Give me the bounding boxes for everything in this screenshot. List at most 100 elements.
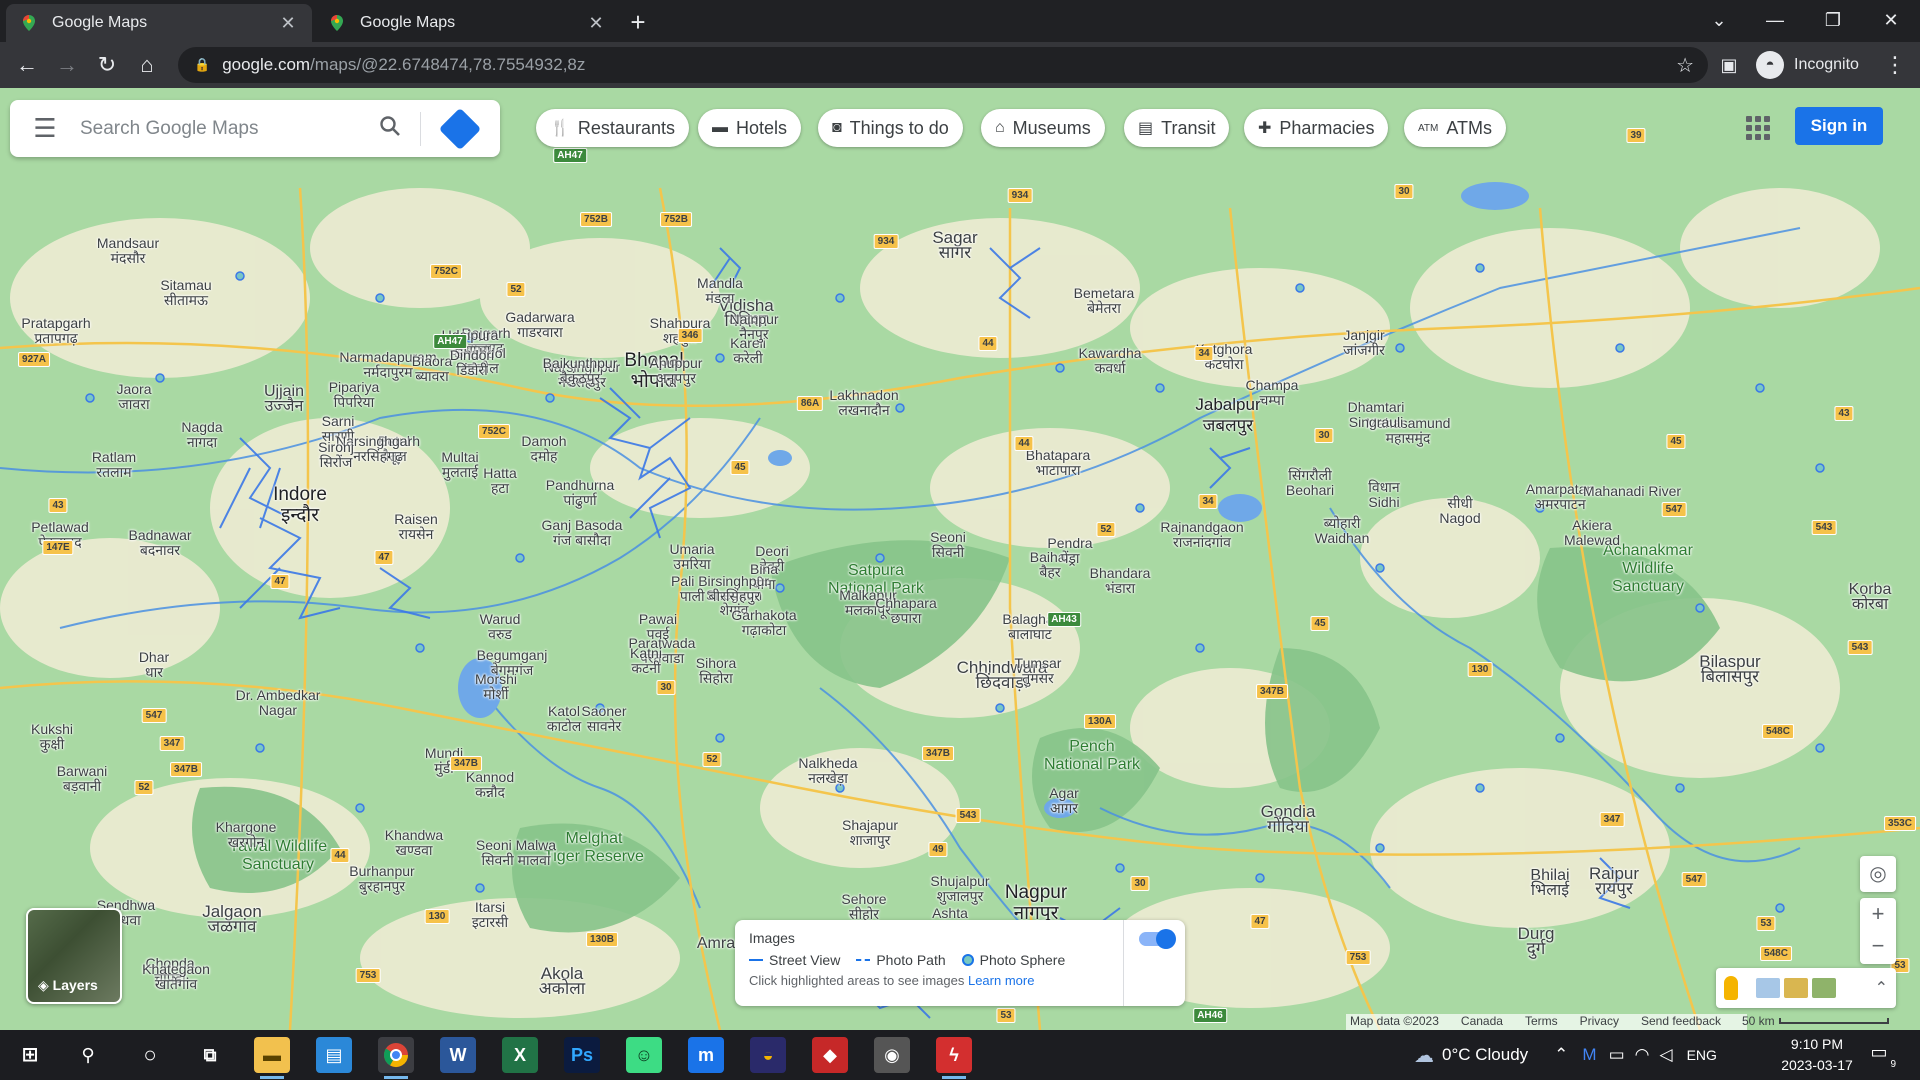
city-label-ujjain[interactable]: Ujjain उज्जैन — [264, 384, 304, 415]
town-label[interactable]: Raisen रायसेन — [394, 512, 438, 542]
town-label[interactable]: Sitamau सीतामऊ — [160, 278, 211, 308]
chip-restaurants[interactable]: 🍴 Restaurants — [536, 109, 689, 147]
town-label[interactable]: Dhamtari Singrauli — [1348, 400, 1405, 430]
park-label-pench[interactable]: Pench National Park — [1044, 738, 1140, 774]
chip-transit[interactable]: ▤ Transit — [1124, 109, 1230, 147]
town-label[interactable]: Mandsaur मंदसौर — [97, 236, 159, 266]
excel-icon[interactable]: X — [502, 1037, 538, 1073]
town-label[interactable]: Sironj सिरोंज — [318, 440, 354, 470]
town-label[interactable]: Jaora जावरा — [116, 382, 151, 412]
town-label[interactable]: Itarsi इटारसी — [472, 900, 508, 930]
park-label-achanakmar[interactable]: Achanakmar Wildlife Sanctuary — [1603, 542, 1693, 596]
side-panel-icon[interactable]: ▣ — [1712, 48, 1746, 82]
back-icon[interactable]: ← — [10, 48, 44, 82]
pegman-icon[interactable] — [1724, 976, 1738, 1000]
town-label[interactable]: Warud वरुड — [480, 612, 521, 642]
search-input[interactable] — [80, 117, 370, 140]
zoom-out-button[interactable]: − — [1860, 930, 1896, 962]
footer-country-link[interactable]: Canada — [1461, 1014, 1503, 1030]
city-label-bilaspur[interactable]: Bilaspur बिलासपुर — [1699, 653, 1760, 685]
hamburger-menu-icon[interactable]: ☰ — [10, 113, 80, 144]
images-toggle[interactable] — [1139, 929, 1176, 949]
town-label[interactable]: Bhandara भंडारा — [1090, 566, 1151, 596]
search-icon[interactable]: ⚲ — [70, 1037, 106, 1073]
town-label[interactable]: Ganj Basoda गंज बासौदा — [542, 518, 623, 548]
city-label-durg[interactable]: Durg दुर्ग — [1518, 925, 1555, 957]
volume-icon[interactable]: ◁ — [1660, 1045, 1673, 1065]
town-label[interactable]: Khandwa खण्डवा — [385, 828, 443, 858]
town-label[interactable]: Rajnandgaon राजनांदगांव — [1160, 520, 1243, 550]
town-label[interactable]: Ratlam रतलाम — [92, 450, 136, 480]
home-icon[interactable]: ⌂ — [130, 48, 164, 82]
town-label[interactable]: Mandla मंडला — [697, 276, 743, 306]
town-label[interactable]: Shujalpur शुजालपुर — [930, 874, 989, 904]
media-icon[interactable]: ◉ — [874, 1037, 910, 1073]
clock[interactable]: 9:10 PM 2023-03-17 — [1762, 1034, 1872, 1076]
town-label[interactable]: Nalkheda नलखेड़ा — [798, 756, 857, 786]
sign-in-button[interactable]: Sign in — [1795, 107, 1883, 145]
town-label[interactable]: Multai मुलताई — [441, 450, 478, 480]
city-label-nagpur[interactable]: Nagpur नागपुर — [1005, 882, 1067, 924]
new-tab-button[interactable]: + — [622, 6, 654, 38]
layer-thumbnail[interactable] — [1812, 978, 1836, 998]
town-label[interactable]: Damoh दमोह — [521, 434, 566, 464]
town-label[interactable]: Gadarwara गाडरवारा — [505, 310, 574, 340]
footer-terms-link[interactable]: Terms — [1525, 1014, 1558, 1030]
learn-more-link[interactable]: Learn more — [968, 973, 1034, 988]
notification-center-icon[interactable]: ▭ 9 — [1866, 1042, 1896, 1070]
footer-feedback-link[interactable]: Send feedback — [1641, 1014, 1721, 1030]
town-label[interactable]: Begumganj बेगमगंज — [477, 648, 548, 678]
town-label[interactable]: Janjgir जांजगीर — [1343, 328, 1385, 358]
town-label[interactable]: सिंगरौली Beohari — [1286, 468, 1334, 498]
city-label-bhilai[interactable]: Bhilai भिलाई — [1530, 868, 1569, 899]
town-label[interactable]: Akiera Malewad — [1564, 518, 1620, 548]
lock-icon[interactable]: 🔒 — [194, 57, 210, 73]
cortana-icon[interactable]: ○ — [132, 1037, 168, 1073]
footer-privacy-link[interactable]: Privacy — [1580, 1014, 1619, 1030]
incognito-profile-button[interactable]: ◓ Incognito — [1756, 48, 1859, 82]
chip-atms[interactable]: ATM ATMs — [1404, 109, 1507, 147]
city-label-indore[interactable]: Indore इन्दौर — [273, 484, 327, 526]
town-label[interactable]: Garhakota गढ़ाकोटा — [731, 608, 796, 638]
town-label[interactable]: Dindori डिंडोरी — [450, 348, 494, 378]
town-label[interactable]: Lakhnadon लखनादौन — [829, 388, 898, 418]
town-label[interactable]: Katol काटोल — [547, 704, 582, 734]
chip-things-to-do[interactable]: ◙ Things to do — [818, 109, 963, 147]
town-label[interactable]: Pandhurna पांढुर्णा — [546, 478, 615, 508]
app-icon[interactable]: ϟ — [936, 1037, 972, 1079]
address-bar[interactable]: 🔒 google.com/maps/@22.6748474,78.7554932… — [178, 47, 1708, 83]
app-icon[interactable]: ◆ — [812, 1037, 848, 1073]
chip-pharmacies[interactable]: ✚ Pharmacies — [1244, 109, 1389, 147]
town-label[interactable]: Seoni सिवनी — [930, 530, 966, 560]
language-indicator[interactable]: ENG — [1687, 1047, 1717, 1063]
bookmark-star-icon[interactable]: ☆ — [1676, 53, 1694, 78]
directions-icon[interactable] — [438, 107, 482, 150]
town-label[interactable]: Biaora ब्यावरा — [412, 354, 452, 384]
town-label[interactable]: Hatta हटा — [483, 466, 516, 496]
battery-icon[interactable]: ▭ — [1609, 1045, 1625, 1065]
weather-text[interactable]: 0°C Cloudy — [1442, 1045, 1528, 1065]
chevron-up-icon[interactable]: ⌃ — [1875, 978, 1888, 998]
town-label[interactable]: Nainpur नैनपुर — [729, 312, 778, 342]
chip-hotels[interactable]: ▬ Hotels — [698, 109, 802, 147]
close-window-button[interactable]: ✕ — [1864, 0, 1918, 40]
town-label[interactable]: Dhar धार — [139, 650, 169, 680]
town-label[interactable]: Mahanadi River — [1583, 484, 1681, 499]
town-label[interactable]: Khategaon खातेगांव — [142, 962, 210, 992]
close-tab-icon[interactable]: ✕ — [278, 13, 298, 34]
town-label[interactable]: Champa चम्पा — [1246, 378, 1299, 408]
town-label[interactable]: Seoni Malwa सिवनी मालवा — [476, 838, 556, 868]
town-label[interactable]: Agar आगर — [1049, 786, 1079, 816]
town-label[interactable]: Pawai पवई — [639, 612, 677, 642]
town-label[interactable]: Pali Birsinghpur पाली बीरसिंहपुर — [671, 574, 769, 604]
town-label[interactable]: Kannod कन्नौद — [466, 770, 514, 800]
tab-search-icon[interactable]: ⌄ — [1692, 0, 1746, 40]
town-label[interactable]: Dr. Ambedkar Nagar — [236, 688, 321, 718]
my-location-icon[interactable]: ◎ — [1860, 856, 1896, 892]
town-label[interactable]: Umaria उमरिया — [669, 542, 714, 572]
town-label[interactable]: Sehore सीहोर — [841, 892, 886, 922]
forward-icon[interactable]: → — [50, 48, 84, 82]
app-icon[interactable]: ◒ — [750, 1037, 786, 1073]
chrome-icon[interactable] — [378, 1037, 414, 1079]
city-label-korba[interactable]: Korba कोरबा — [1849, 582, 1892, 613]
